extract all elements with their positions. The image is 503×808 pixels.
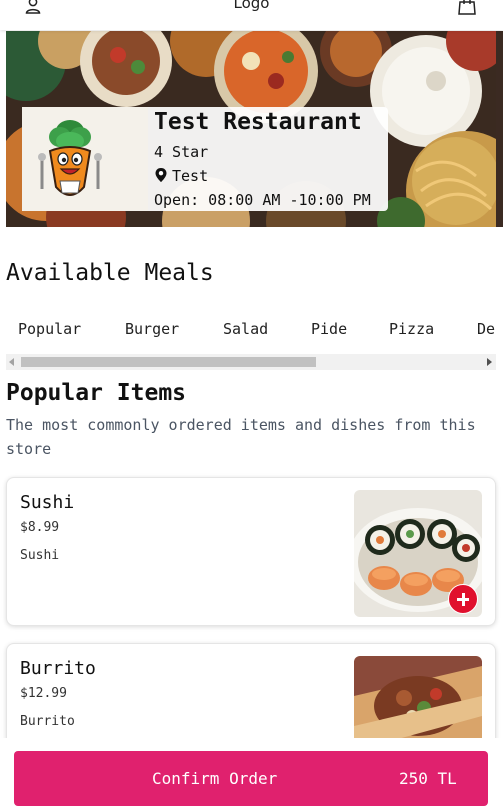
scrollbar-thumb[interactable]: [21, 357, 316, 367]
shopping-bag-icon[interactable]: [457, 0, 477, 16]
tab-desserts[interactable]: De: [477, 320, 495, 338]
meal-category-tabs: Popular Burger Salad Pide Pizza De: [6, 318, 503, 348]
restaurant-name: Test Restaurant: [154, 109, 362, 135]
restaurant-rating: 4 Star: [154, 143, 209, 161]
restaurant-location: Test: [154, 167, 208, 185]
restaurant-logo: [22, 107, 148, 211]
confirm-order-label: Confirm Order: [152, 769, 278, 788]
tab-pide[interactable]: Pide: [311, 320, 347, 338]
popular-items-title: Popular Items: [6, 380, 187, 406]
carrot-chef-mascot: [22, 107, 148, 211]
tab-popular[interactable]: Popular: [18, 320, 81, 338]
item-price: $12.99: [20, 686, 67, 701]
available-meals-title: Available Meals: [6, 260, 214, 286]
scroll-right-arrow-icon[interactable]: [487, 358, 492, 366]
map-pin-icon: [155, 168, 167, 182]
item-name: Burrito: [20, 658, 96, 679]
item-price: $8.99: [20, 520, 60, 535]
item-description: Sushi: [20, 548, 60, 563]
tab-pizza[interactable]: Pizza: [389, 320, 434, 338]
tab-burger[interactable]: Burger: [125, 320, 179, 338]
restaurant-info-card: Test Restaurant 4 Star Test Open: 08:00 …: [22, 107, 388, 211]
opening-hours: Open: 08:00 AM -10:00 PM: [154, 191, 371, 209]
logo[interactable]: Logo: [0, 0, 503, 12]
menu-item-card[interactable]: Sushi $8.99 Sushi: [6, 477, 496, 626]
popular-items-subtitle: The most commonly ordered items and dish…: [6, 416, 476, 458]
location-text: Test: [172, 167, 209, 185]
scroll-left-arrow-icon[interactable]: [9, 358, 14, 366]
order-bar: Confirm Order 250 TL: [0, 738, 503, 808]
tabs-scrollbar[interactable]: [6, 354, 496, 370]
tab-salad[interactable]: Salad: [223, 320, 268, 338]
item-description: Burrito: [20, 714, 75, 729]
item-name: Sushi: [20, 492, 75, 513]
confirm-order-button[interactable]: Confirm Order 250 TL: [14, 751, 488, 806]
order-total: 250 TL: [399, 769, 457, 788]
top-header: Logo: [0, 0, 503, 30]
hero-edge: [496, 31, 503, 227]
add-to-cart-button[interactable]: [448, 584, 478, 614]
